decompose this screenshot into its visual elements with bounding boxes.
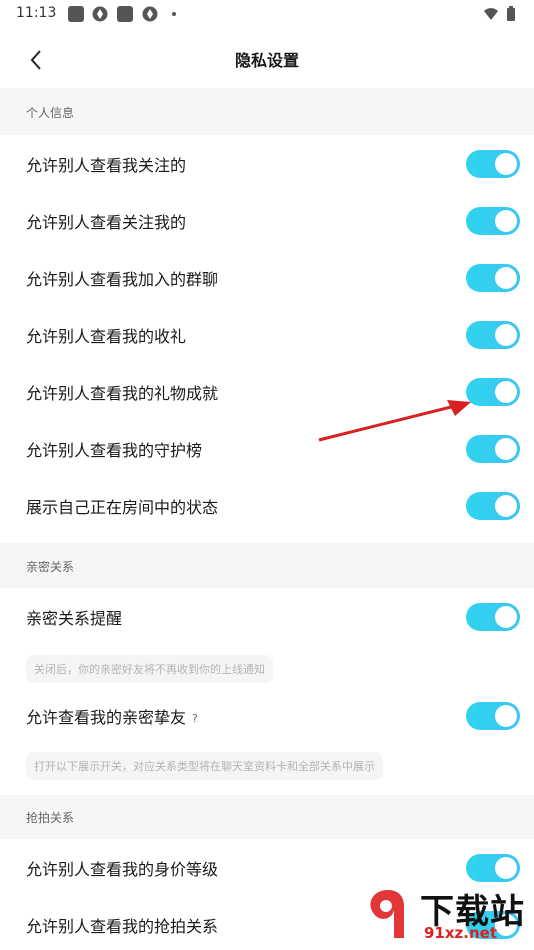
setting-row-view-following: 允许别人查看我关注的 (0, 135, 534, 192)
hint-intimate-reminder: 关闭后，你的亲密好友将不再收到你的上线通知 (26, 655, 273, 683)
more-notifications-dot-icon (172, 12, 176, 16)
section-title: 个人信息 (26, 106, 75, 120)
watermark-logo-icon (370, 890, 404, 938)
toggle-switch[interactable] (466, 702, 520, 730)
setting-row-view-group-chats: 允许别人查看我加入的群聊 (0, 249, 534, 306)
toggle-switch[interactable] (466, 321, 520, 349)
status-bar: 11:13 (0, 0, 534, 28)
toggle-switch[interactable] (466, 492, 520, 520)
hint-relationship-display: 打开以下展示开关，对应关系类型将在聊天室资料卡和全部关系中展示 (26, 752, 383, 780)
pinwheel-icon (142, 6, 158, 22)
toggle-knob (495, 705, 517, 727)
section-header-intimate: 亲密关系 (0, 543, 534, 588)
setting-row-view-guardian-list: 允许别人查看我的守护榜 (0, 420, 534, 477)
app-header: 隐私设置 (0, 28, 534, 88)
watermark-url: 91xz.net (424, 924, 498, 942)
setting-label: 允许别人查看我的守护榜 (26, 441, 203, 460)
battery-icon (507, 6, 515, 21)
toggle-knob (495, 210, 517, 232)
section-title: 抢拍关系 (26, 811, 75, 825)
setting-label: 允许别人查看关注我的 (26, 213, 187, 232)
section-header-grab: 抢拍关系 (0, 795, 534, 839)
setting-row-view-followers: 允许别人查看关注我的 (0, 192, 534, 249)
section-title: 亲密关系 (26, 560, 75, 574)
setting-row-view-close-friends: 允许查看我的亲密挚友? (0, 687, 534, 744)
setting-label: 允许别人查看我的收礼 (26, 327, 187, 346)
toggle-switch[interactable] (466, 150, 520, 178)
setting-label: 允许别人查看我的抢拍关系 (26, 917, 219, 936)
setting-label: 允许别人查看我加入的群聊 (26, 270, 219, 289)
setting-row-view-gift-achievements: 允许别人查看我的礼物成就 (0, 363, 534, 420)
setting-label: 允许查看我的亲密挚友? (26, 704, 198, 728)
setting-label-text: 允许查看我的亲密挚友 (26, 708, 187, 727)
toggle-knob (495, 495, 517, 517)
setting-row-view-gifts-received: 允许别人查看我的收礼 (0, 306, 534, 363)
toggle-knob (495, 267, 517, 289)
setting-label: 允许别人查看我的身价等级 (26, 860, 219, 879)
wifi-icon (484, 8, 498, 20)
notification-square-icon (68, 6, 84, 22)
toggle-switch[interactable] (466, 603, 520, 631)
toggle-knob (495, 324, 517, 346)
status-time: 11:13 (16, 5, 57, 21)
pinwheel-icon (92, 6, 108, 22)
toggle-knob (495, 153, 517, 175)
toggle-switch[interactable] (466, 854, 520, 882)
setting-label: 允许别人查看我的礼物成就 (26, 384, 219, 403)
section-header-personal: 个人信息 (0, 88, 534, 135)
setting-label: 展示自己正在房间中的状态 (26, 498, 219, 517)
toggle-knob (495, 438, 517, 460)
notification-square-icon (117, 6, 133, 22)
toggle-switch[interactable] (466, 207, 520, 235)
setting-row-show-room-status: 展示自己正在房间中的状态 (0, 477, 534, 534)
page-title: 隐私设置 (234, 51, 299, 70)
toggle-knob (495, 606, 517, 628)
help-question-icon[interactable]: ? (192, 712, 198, 725)
setting-label: 允许别人查看我关注的 (26, 156, 187, 175)
toggle-switch[interactable] (466, 435, 520, 463)
toggle-knob (495, 857, 517, 879)
setting-label: 亲密关系提醒 (26, 609, 123, 628)
setting-row-intimate-reminder: 亲密关系提醒 (0, 588, 534, 645)
toggle-knob (495, 381, 517, 403)
toggle-switch[interactable] (466, 378, 520, 406)
watermark: 下载站 91xz.net (360, 884, 530, 944)
toggle-switch[interactable] (466, 264, 520, 292)
